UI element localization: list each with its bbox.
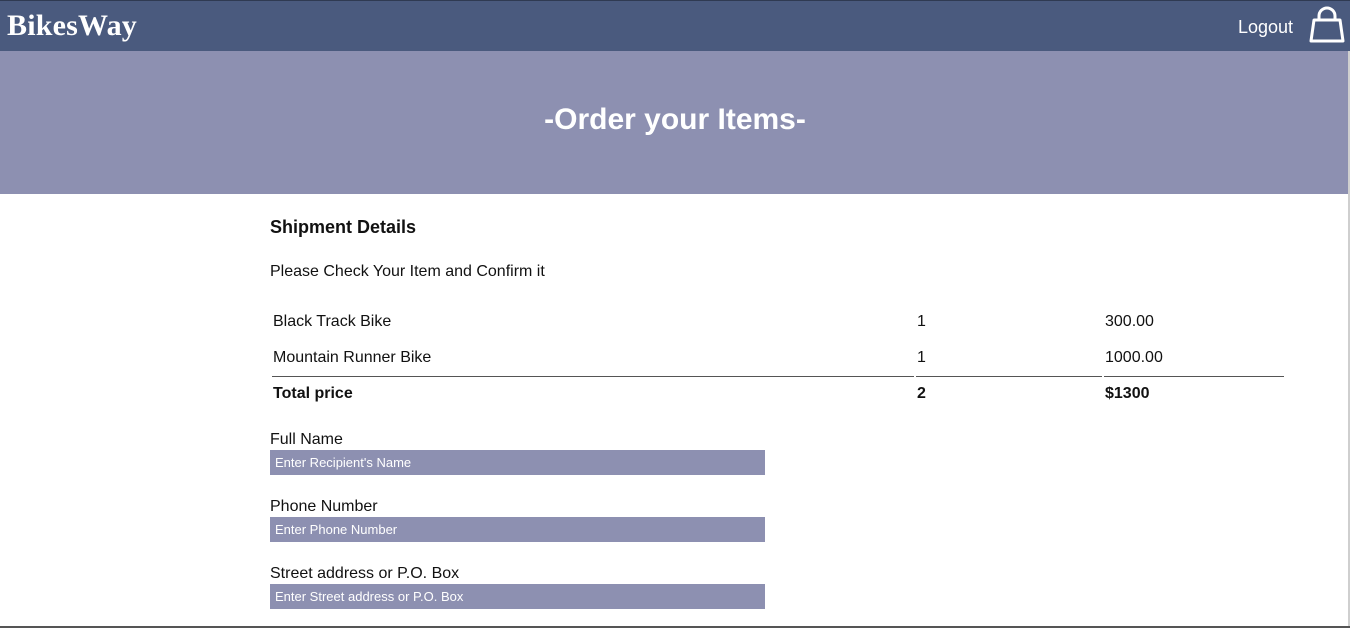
shopping-bag-icon[interactable] [1308,6,1346,44]
section-title: Shipment Details [270,217,417,237]
item-quantity: 1 [917,348,926,366]
total-quantity: 2 [916,376,1102,410]
brand-logo[interactable]: BikesWay [7,9,137,43]
total-price: $1300 [1104,376,1284,410]
street-address-input[interactable] [270,584,765,609]
item-name: Black Track Bike [273,312,392,330]
instructions-text: Please Check Your Item and Confirm it [270,263,545,280]
page-title: -Order your Items- [544,103,806,136]
logout-link[interactable]: Logout [1238,17,1293,38]
table-row: Black Track Bike 1 300.00 [272,304,1284,338]
shopping-bag-icon-svg [1309,6,1345,43]
item-price: 300.00 [1105,312,1154,330]
total-row: Total price 2 $1300 [272,376,1284,410]
full-name-label: Full Name [270,431,343,448]
item-quantity: 1 [917,312,926,330]
item-name: Mountain Runner Bike [273,348,432,366]
street-address-label: Street address or P.O. Box [270,565,460,582]
order-items-table: Black Track Bike 1 300.00 Mountain Runne… [270,302,1286,412]
navbar: BikesWay Logout [0,0,1350,51]
total-label: Total price [272,376,914,410]
hero-banner: -Order your Items- [0,51,1350,194]
phone-number-label: Phone Number [270,498,378,515]
table-row: Mountain Runner Bike 1 1000.00 [272,340,1284,374]
full-name-input[interactable] [270,450,765,475]
item-price: 1000.00 [1105,348,1163,366]
phone-number-input[interactable] [270,517,765,542]
